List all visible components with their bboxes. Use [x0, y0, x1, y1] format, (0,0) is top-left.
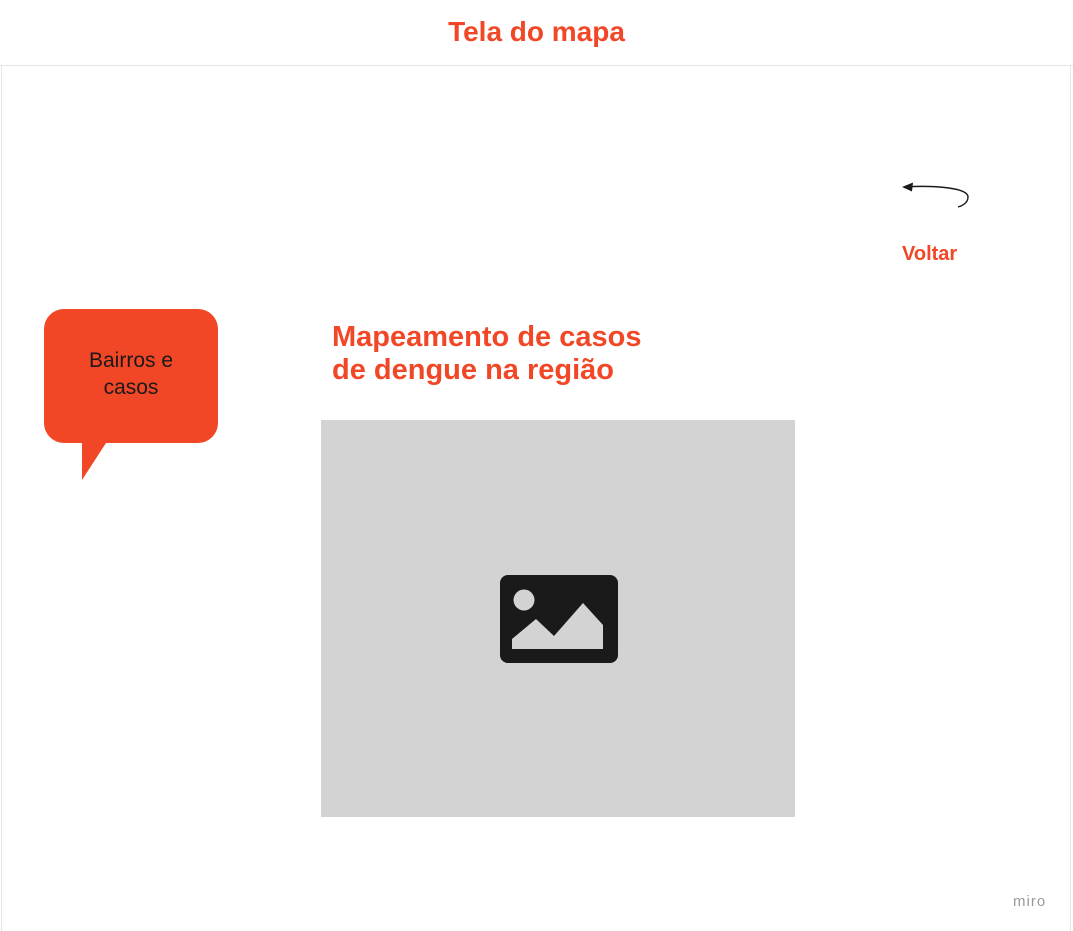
back-link[interactable]: Voltar — [902, 242, 957, 266]
map-heading: Mapeamento de casos de dengue na região — [332, 321, 642, 386]
callout-text: Bairros e casos — [88, 349, 174, 399]
frame-title: Tela do mapa — [448, 16, 625, 47]
speech-bubble-callout: Bairros e casos — [44, 309, 218, 481]
image-placeholder-icon — [500, 575, 618, 663]
wireframe-page: Tela do mapa Voltar Bairros e casos Mape… — [0, 0, 1073, 931]
miro-watermark: miro — [1013, 893, 1047, 910]
frame-header: Tela do mapa — [0, 0, 1073, 66]
map-image-placeholder — [321, 420, 795, 817]
curved-arrow-left-icon[interactable] — [896, 176, 976, 216]
